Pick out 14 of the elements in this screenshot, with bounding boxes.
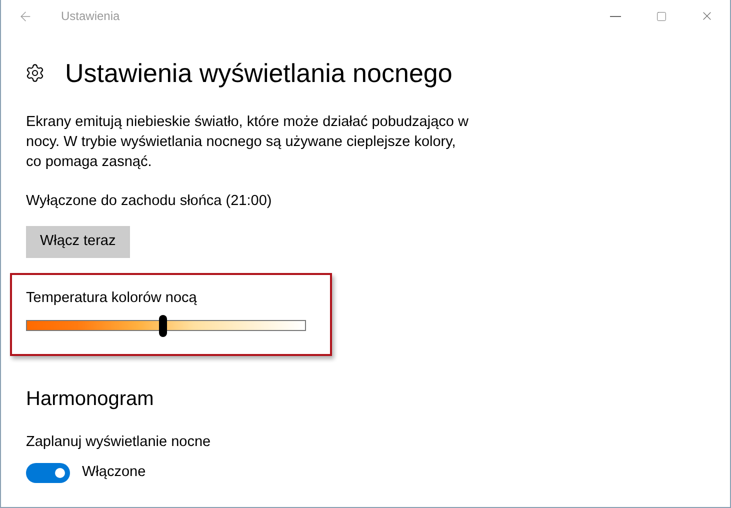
window-title: Ustawienia — [61, 8, 120, 25]
status-text: Wyłączone do zachodu słońca (21:00) — [26, 192, 273, 211]
slider-thumb[interactable] — [159, 315, 168, 337]
schedule-label: Zaplanuj wyświetlanie nocne — [26, 433, 212, 452]
section-heading: Harmonogram — [26, 387, 155, 412]
slider-label: Temperatura kolorów nocą — [26, 289, 198, 308]
temperature-slider[interactable] — [26, 315, 306, 335]
settings-icon — [25, 63, 45, 83]
description-text: Ekrany emitują niebieskie światło, które może działać pobudzająco w nocy. W trybie wyświetlania nocnego są używane cieplejsze kolory, co pomaga zasnąć. — [26, 113, 470, 172]
toggle-state-label: Włączone — [82, 463, 146, 482]
page-title: Ustawienia wyświetlania nocnego — [65, 57, 452, 90]
enable-now-button[interactable]: Włącz teraz — [26, 226, 130, 258]
schedule-toggle[interactable] — [26, 462, 70, 483]
maximize-icon — [656, 10, 666, 22]
